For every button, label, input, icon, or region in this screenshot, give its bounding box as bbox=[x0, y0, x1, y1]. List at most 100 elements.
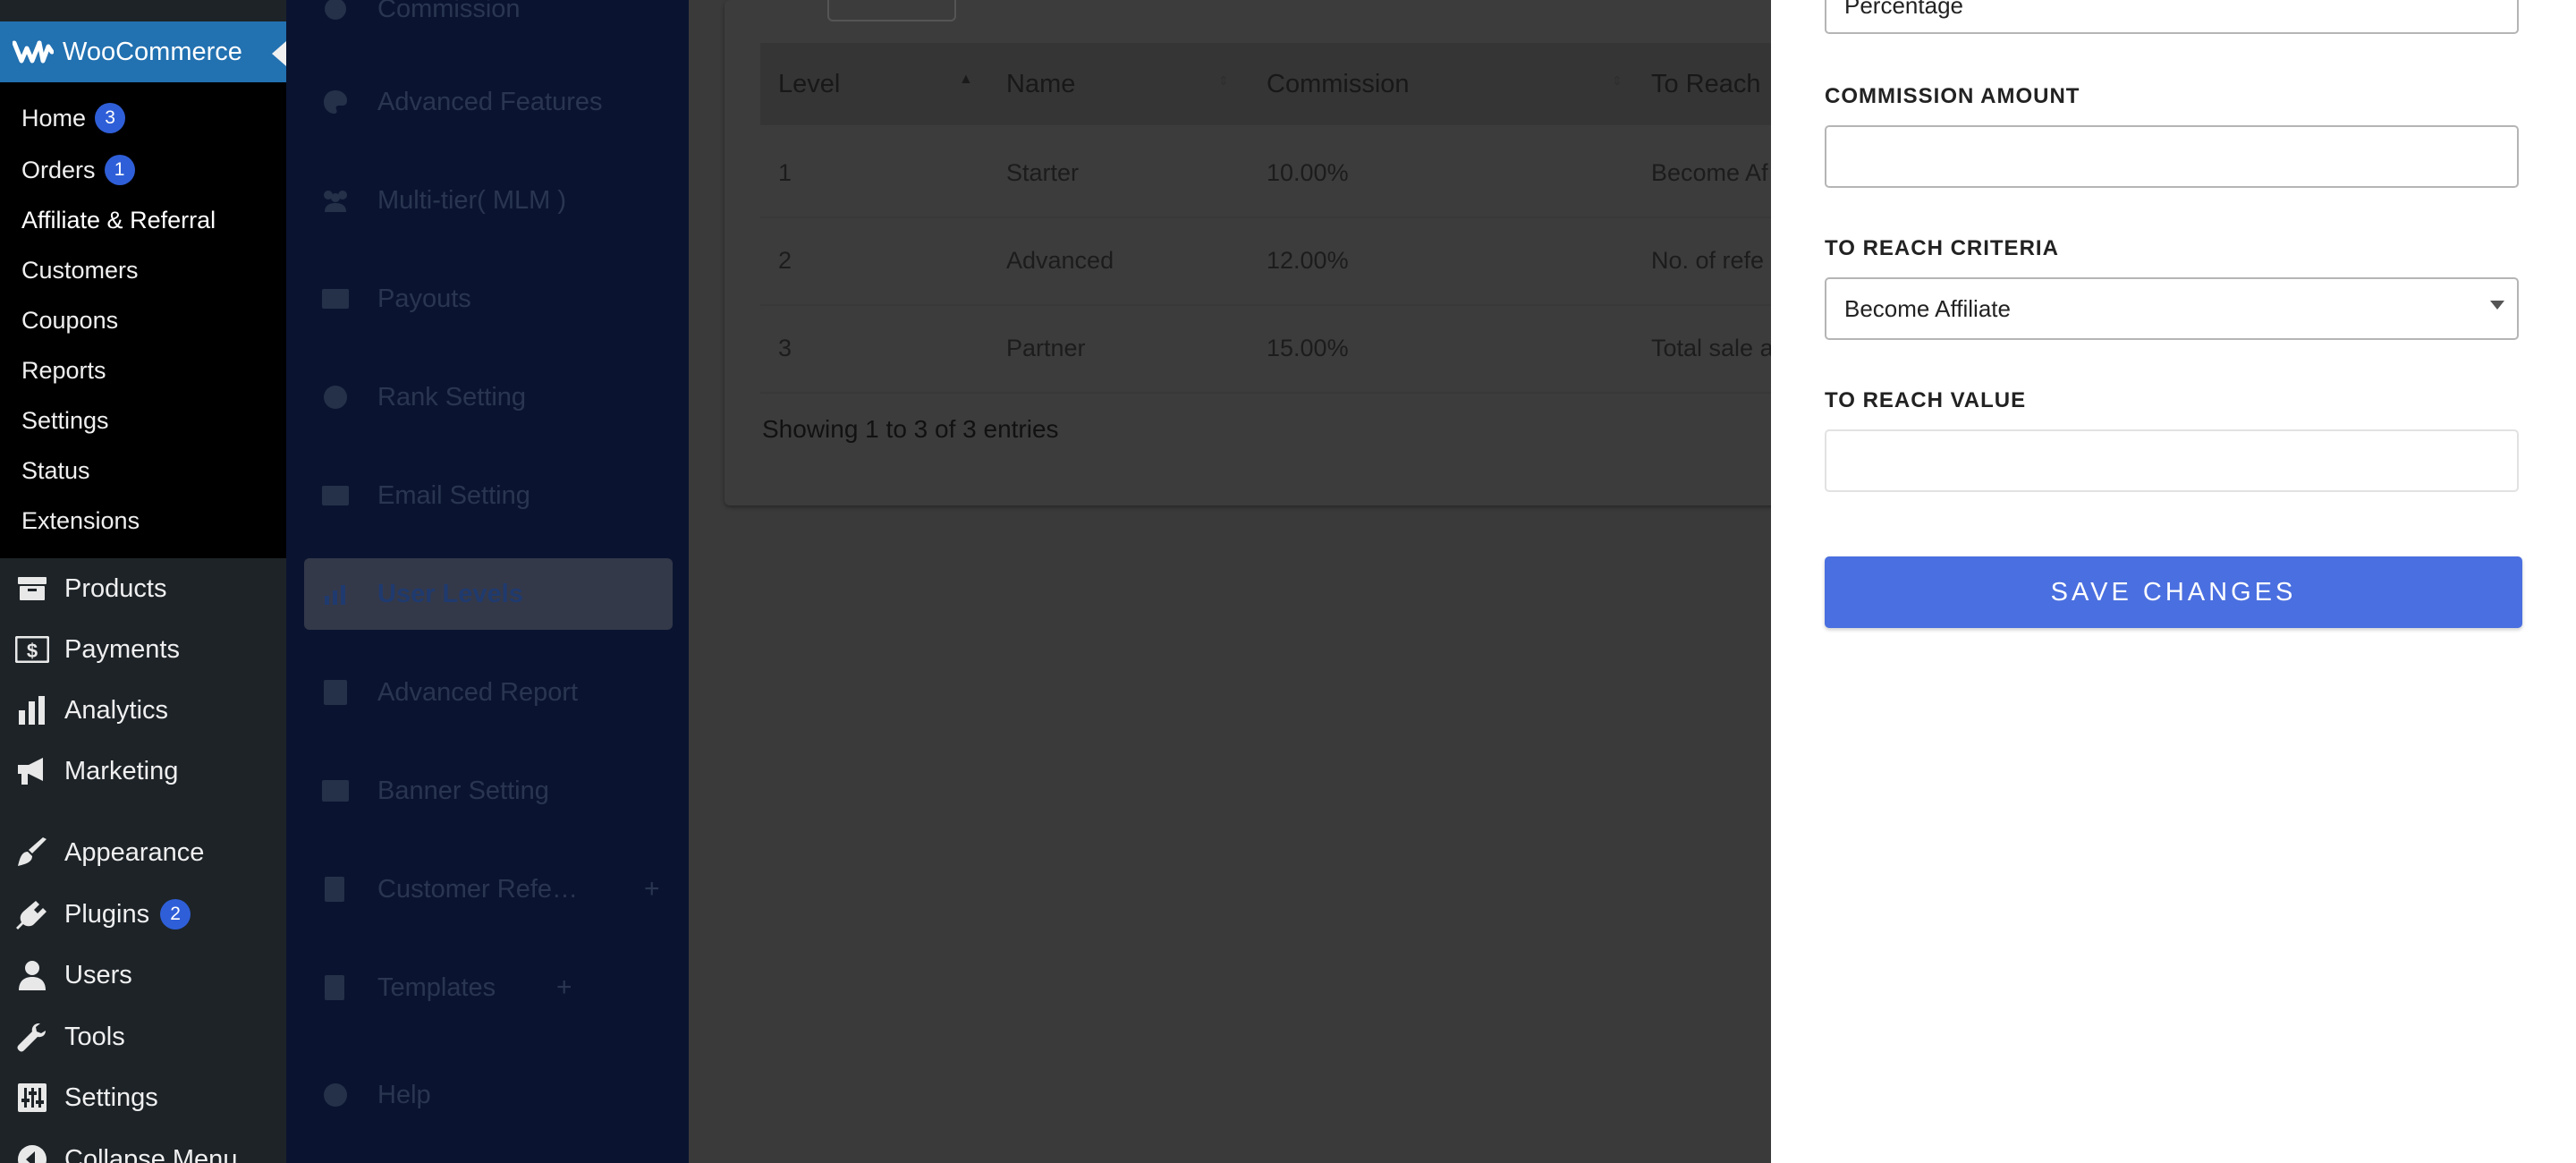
submenu-item-orders[interactable]: Orders 1 bbox=[21, 152, 135, 188]
submenu-item-coupons[interactable]: Coupons bbox=[21, 302, 118, 338]
menu-item-marketing[interactable]: Marketing bbox=[0, 746, 286, 796]
plugin-nav-commission[interactable]: Commission bbox=[304, 0, 673, 45]
table-row[interactable]: 1 Starter 10.00% Become Af bbox=[760, 131, 1771, 218]
plugin-nav-advanced-features[interactable]: Advanced Features bbox=[304, 66, 673, 138]
sort-asc-icon[interactable]: ▲ bbox=[959, 72, 973, 88]
submenu-item-label: Reports bbox=[21, 356, 106, 384]
plug-icon bbox=[14, 896, 50, 932]
menu-item-label: Tools bbox=[64, 1022, 125, 1051]
plugins-update-badge: 2 bbox=[160, 899, 191, 930]
submenu-item-reports[interactable]: Reports bbox=[21, 352, 106, 388]
megaphone-icon bbox=[14, 753, 50, 789]
to-reach-value-label: TO REACH VALUE bbox=[1825, 388, 2027, 412]
commission-amount-input[interactable] bbox=[1825, 125, 2519, 188]
plugin-nav-email-setting[interactable]: Email Setting bbox=[304, 460, 673, 531]
chevron-down-icon bbox=[2490, 301, 2504, 310]
menu-item-products[interactable]: Products bbox=[0, 564, 286, 614]
table-row[interactable]: 3 Partner 15.00% Total sale a bbox=[760, 306, 1771, 394]
menu-item-tools[interactable]: Tools bbox=[0, 1012, 286, 1062]
submenu-item-status[interactable]: Status bbox=[21, 453, 90, 488]
plugin-nav-advanced-report[interactable]: Advanced Report bbox=[304, 657, 673, 728]
menu-item-analytics[interactable]: Analytics bbox=[0, 685, 286, 735]
commission-type-value: Percentage bbox=[1844, 0, 1963, 19]
plugin-nav-label: Advanced Features bbox=[377, 87, 603, 116]
sort-icon[interactable]: ⇕ bbox=[1612, 73, 1623, 89]
column-header-commission[interactable]: Commission bbox=[1267, 70, 1410, 99]
menu-item-appearance[interactable]: Appearance bbox=[0, 828, 286, 878]
expand-plus-icon[interactable]: + bbox=[644, 874, 660, 904]
plugin-nav-label: Help bbox=[377, 1080, 431, 1109]
to-reach-criteria-value: Become Affiliate bbox=[1844, 294, 2011, 322]
cell-commission: 10.00% bbox=[1267, 159, 1349, 186]
plugin-nav-rank-setting[interactable]: Rank Setting bbox=[304, 361, 673, 433]
plugin-nav-banner-setting[interactable]: Banner Setting bbox=[304, 755, 673, 827]
table-row[interactable]: 2 Advanced 12.00% No. of refe bbox=[760, 218, 1771, 306]
to-reach-criteria-label: TO REACH CRITERIA bbox=[1825, 236, 2059, 260]
cell-name: Advanced bbox=[1006, 247, 1114, 274]
top-control-button[interactable] bbox=[827, 0, 956, 21]
star-badge-icon bbox=[320, 382, 351, 412]
plugin-nav-label: Payouts bbox=[377, 284, 471, 313]
sliders-icon bbox=[14, 1080, 50, 1116]
column-header-level[interactable]: Level bbox=[778, 70, 840, 99]
woocommerce-menu-label: WooCommerce bbox=[63, 37, 242, 66]
plugin-nav-customer-referral[interactable]: Customer Refe… + bbox=[304, 853, 673, 925]
collapse-menu-button[interactable]: Collapse Menu bbox=[0, 1134, 286, 1163]
commission-type-select[interactable]: Percentage bbox=[1825, 0, 2519, 34]
cell-name: Starter bbox=[1006, 159, 1080, 186]
menu-item-label: Analytics bbox=[64, 695, 169, 725]
menu-item-label: Appearance bbox=[64, 837, 205, 867]
menu-item-settings[interactable]: Settings bbox=[0, 1073, 286, 1123]
submenu-item-label: Extensions bbox=[21, 506, 140, 534]
edit-level-drawer: Percentage COMMISSION AMOUNT TO REACH CR… bbox=[1771, 0, 2576, 1163]
submenu-item-affiliate-referral[interactable]: Affiliate & Referral bbox=[21, 202, 216, 238]
image-icon bbox=[320, 776, 351, 806]
plugin-nav-label: Customer Refe… bbox=[377, 874, 579, 904]
column-header-name[interactable]: Name bbox=[1006, 70, 1075, 99]
plugin-nav-label: Rank Setting bbox=[377, 382, 527, 412]
cell-to-reach: No. of refe bbox=[1651, 247, 1765, 274]
cell-level: 2 bbox=[778, 247, 792, 274]
plugin-nav-payouts[interactable]: Payouts bbox=[304, 263, 673, 335]
to-reach-criteria-select[interactable]: Become Affiliate bbox=[1825, 277, 2519, 340]
home-count-badge: 3 bbox=[95, 103, 126, 133]
submenu-item-label: Status bbox=[21, 456, 90, 484]
admin-menu: WooCommerce Home 3 Orders 1 Affiliate & … bbox=[0, 0, 286, 1163]
wrench-icon bbox=[14, 1019, 50, 1055]
menu-item-plugins[interactable]: Plugins 2 bbox=[0, 889, 286, 939]
woocommerce-menu-header[interactable]: WooCommerce bbox=[0, 21, 286, 82]
submenu-item-customers[interactable]: Customers bbox=[21, 252, 139, 288]
to-reach-value-input[interactable] bbox=[1825, 429, 2519, 492]
woocommerce-logo-icon bbox=[13, 38, 55, 65]
door-icon bbox=[320, 874, 351, 904]
menu-item-label: Products bbox=[64, 573, 167, 603]
card-icon bbox=[320, 284, 351, 314]
submenu-item-extensions[interactable]: Extensions bbox=[21, 503, 140, 539]
dollar-icon: $ bbox=[14, 632, 50, 667]
menu-item-payments[interactable]: $ Payments bbox=[0, 624, 286, 675]
table-entries-info: Showing 1 to 3 of 3 entries bbox=[762, 415, 1059, 443]
submenu-item-settings[interactable]: Settings bbox=[21, 403, 109, 438]
cell-to-reach: Become Af bbox=[1651, 159, 1768, 186]
submenu-item-home[interactable]: Home 3 bbox=[21, 100, 126, 136]
users-group-icon bbox=[320, 185, 351, 216]
menu-item-label: Settings bbox=[64, 1082, 158, 1112]
door-icon bbox=[320, 972, 351, 1003]
sort-icon[interactable]: ⇕ bbox=[1218, 73, 1229, 89]
envelope-icon bbox=[320, 480, 351, 511]
plugin-nav-user-levels[interactable]: User Levels bbox=[304, 558, 673, 630]
column-header-to-reach[interactable]: To Reach bbox=[1651, 70, 1761, 99]
plugin-nav-label: Templates bbox=[377, 972, 496, 1002]
plugin-nav-label: Advanced Report bbox=[377, 677, 579, 707]
table-header: Level ▲ Name ⇕ Commission ⇕ To Reach bbox=[760, 43, 1771, 125]
plugin-nav-multi-tier[interactable]: Multi-tier( MLM ) bbox=[304, 165, 673, 236]
plugin-nav-help[interactable]: Help bbox=[304, 1059, 673, 1131]
gear-icon bbox=[320, 0, 351, 24]
plugin-nav-templates[interactable]: Templates + bbox=[304, 952, 673, 1023]
expand-plus-icon[interactable]: + bbox=[556, 972, 572, 1003]
menu-item-users[interactable]: Users bbox=[0, 950, 286, 1000]
cell-level: 1 bbox=[778, 159, 792, 186]
cell-commission: 12.00% bbox=[1267, 247, 1349, 274]
save-changes-button[interactable]: SAVE CHANGES bbox=[1825, 556, 2522, 628]
palette-icon bbox=[320, 87, 351, 117]
